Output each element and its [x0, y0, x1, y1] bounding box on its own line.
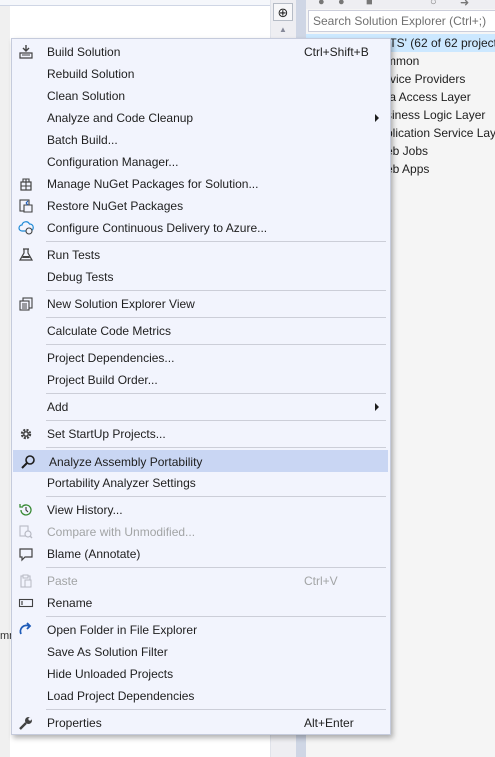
- menu-item-project-build-order[interactable]: Project Build Order...: [12, 369, 390, 391]
- menu-item-set-startup-projects[interactable]: Set StartUp Projects...: [12, 423, 390, 445]
- azure-cloud-icon: [18, 220, 34, 236]
- scroll-up-button[interactable]: ▲: [276, 24, 290, 34]
- menu-item-project-dependencies[interactable]: Project Dependencies...: [12, 347, 390, 369]
- editor-margin: [0, 6, 10, 757]
- build-solution-icon: [18, 44, 34, 60]
- search-placeholder: Search Solution Explorer (Ctrl+;): [313, 14, 487, 28]
- menu-separator: [46, 317, 386, 318]
- menu-separator: [46, 344, 386, 345]
- menu-item-load-project-dependencies[interactable]: Load Project Dependencies: [12, 685, 390, 707]
- refresh-icon[interactable]: ➜: [460, 0, 469, 9]
- menu-item-save-as-solution-filter[interactable]: Save As Solution Filter: [12, 641, 390, 663]
- compare-icon: [18, 524, 34, 540]
- menu-item-add[interactable]: Add: [12, 396, 390, 418]
- menu-item-configuration-manager[interactable]: Configuration Manager...: [12, 151, 390, 173]
- menu-item-batch-build[interactable]: Batch Build...: [12, 129, 390, 151]
- menu-item-open-folder-file-explorer[interactable]: Open Folder in File Explorer: [12, 619, 390, 641]
- back-icon[interactable]: ●: [318, 0, 325, 8]
- shortcut-text: Ctrl+Shift+B: [304, 45, 369, 59]
- menu-item-rebuild-solution[interactable]: Rebuild Solution: [12, 63, 390, 85]
- menu-item-build-solution[interactable]: Build Solution Ctrl+Shift+B: [12, 41, 390, 63]
- open-folder-arrow-icon: [18, 622, 34, 638]
- nuget-icon: [18, 176, 34, 192]
- menu-item-portability-analyzer-settings[interactable]: Portability Analyzer Settings: [12, 472, 390, 494]
- new-window-icon: [18, 296, 34, 312]
- menu-separator: [46, 616, 386, 617]
- menu-item-paste[interactable]: Paste Ctrl+V: [12, 570, 390, 592]
- menu-separator: [46, 393, 386, 394]
- editor-tab-strip: [0, 0, 296, 6]
- solution-explorer-search-input[interactable]: Search Solution Explorer (Ctrl+;): [308, 10, 495, 32]
- menu-separator: [46, 420, 386, 421]
- split-icon: ⊕: [277, 4, 289, 20]
- shortcut-text: Alt+Enter: [304, 716, 354, 730]
- history-icon[interactable]: ○: [430, 0, 437, 8]
- menu-item-blame-annotate[interactable]: Blame (Annotate): [12, 543, 390, 565]
- gear-icon: [18, 426, 34, 442]
- submenu-arrow-icon: [375, 114, 379, 122]
- menu-separator: [46, 241, 386, 242]
- menu-separator: [46, 496, 386, 497]
- menu-separator: [46, 290, 386, 291]
- split-window-button[interactable]: ⊕: [273, 3, 293, 21]
- search-icon: [20, 454, 36, 470]
- menu-item-analyze-assembly-portability[interactable]: Analyze Assembly Portability: [13, 450, 388, 472]
- history-icon: [18, 502, 34, 518]
- restore-packages-icon: [18, 198, 34, 214]
- menu-item-manage-nuget[interactable]: Manage NuGet Packages for Solution...: [12, 173, 390, 195]
- menu-item-analyze-code-cleanup[interactable]: Analyze and Code Cleanup: [12, 107, 390, 129]
- menu-separator: [46, 567, 386, 568]
- menu-item-new-solution-explorer-view[interactable]: New Solution Explorer View: [12, 293, 390, 315]
- solution-explorer-toolbar: ● ● ■ ○ ➜: [306, 0, 495, 9]
- menu-item-run-tests[interactable]: Run Tests: [12, 244, 390, 266]
- menu-item-configure-azure-cd[interactable]: Configure Continuous Delivery to Azure..…: [12, 217, 390, 239]
- test-flask-icon: [18, 247, 34, 263]
- menu-item-properties[interactable]: Properties Alt+Enter: [12, 712, 390, 734]
- menu-item-debug-tests[interactable]: Debug Tests: [12, 266, 390, 288]
- menu-separator: [46, 447, 386, 448]
- submenu-arrow-icon: [375, 403, 379, 411]
- shortcut-text: Ctrl+V: [304, 574, 338, 588]
- menu-separator: [46, 709, 386, 710]
- solution-context-menu: Build Solution Ctrl+Shift+B Rebuild Solu…: [11, 38, 391, 735]
- rename-icon: [18, 595, 34, 611]
- arrow-up-icon: ▲: [279, 24, 287, 34]
- menu-item-restore-nuget[interactable]: Restore NuGet Packages: [12, 195, 390, 217]
- menu-item-compare-with-unmodified[interactable]: Compare with Unmodified...: [12, 521, 390, 543]
- menu-item-calculate-code-metrics[interactable]: Calculate Code Metrics: [12, 320, 390, 342]
- menu-item-hide-unloaded-projects[interactable]: Hide Unloaded Projects: [12, 663, 390, 685]
- menu-item-clean-solution[interactable]: Clean Solution: [12, 85, 390, 107]
- menu-item-rename[interactable]: Rename: [12, 592, 390, 614]
- paste-icon: [18, 573, 34, 589]
- wrench-icon: [18, 715, 34, 731]
- forward-icon[interactable]: ●: [338, 0, 345, 8]
- comment-icon: [18, 546, 34, 562]
- sync-icon[interactable]: ■: [366, 0, 373, 8]
- menu-item-view-history[interactable]: View History...: [12, 499, 390, 521]
